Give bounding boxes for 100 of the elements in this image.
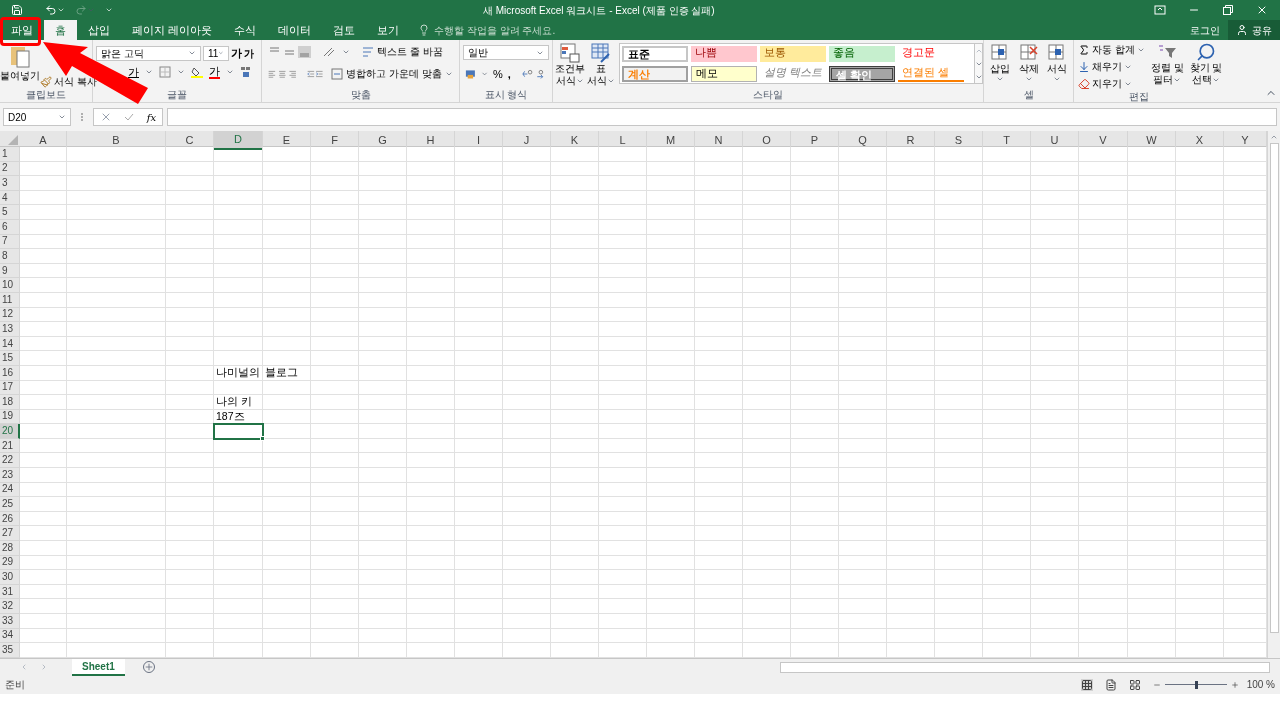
column-header[interactable]: S — [935, 131, 983, 150]
find-select-button[interactable]: 찾기 및 선택 — [1189, 42, 1223, 91]
row-header[interactable]: 28 — [0, 541, 20, 556]
column-header[interactable]: I — [455, 131, 503, 150]
row-header[interactable]: 1 — [0, 147, 20, 162]
grid-cell[interactable]: 블로그 — [263, 365, 311, 381]
next-sheet-icon[interactable] — [40, 663, 48, 672]
column-header[interactable]: L — [599, 131, 647, 150]
row-header[interactable]: 22 — [0, 453, 20, 469]
wrap-text-button[interactable]: 텍스트 줄 바꿈 — [362, 44, 443, 59]
row-header[interactable]: 13 — [0, 322, 20, 337]
clear-button[interactable]: 지우기 — [1078, 76, 1145, 91]
cells-button[interactable]: 삽입 — [990, 43, 1010, 88]
row-header[interactable]: 27 — [0, 526, 20, 542]
cell-style[interactable]: 보통 — [760, 46, 827, 62]
column-header[interactable]: T — [983, 131, 1031, 150]
column-header[interactable]: M — [647, 131, 695, 150]
phonetic-icon[interactable] — [240, 66, 252, 78]
customize-icon[interactable] — [105, 6, 113, 14]
zoom-thumb[interactable] — [1194, 680, 1198, 689]
column-header[interactable]: U — [1031, 131, 1079, 150]
comma-button[interactable]: , — [507, 66, 511, 83]
conditional-format-button[interactable]: 조건부 서식 — [553, 43, 587, 88]
fill-handle[interactable] — [260, 435, 265, 441]
format-painter-button[interactable]: 서식 복사 — [40, 76, 97, 88]
column-header[interactable]: F — [311, 131, 359, 150]
grid-cell[interactable]: 187즈 — [214, 409, 263, 425]
formula-field[interactable] — [167, 108, 1277, 126]
cells-button[interactable]: 삭제 — [1018, 43, 1039, 88]
insert-function-button[interactable]: fx — [146, 109, 157, 125]
sort-filter-button[interactable]: 정렬 및 필터 — [1150, 42, 1184, 91]
page-break-icon[interactable] — [1128, 678, 1141, 691]
border-icon[interactable] — [159, 66, 171, 78]
ribbon-display-icon[interactable] — [1154, 4, 1166, 16]
share-button[interactable]: 공유 — [1228, 20, 1280, 40]
horizontal-scrollbar[interactable] — [780, 661, 1270, 673]
format-table-button[interactable]: 표 서식 — [586, 43, 617, 88]
save-icon[interactable] — [11, 4, 23, 16]
ribbon-tab[interactable]: 보기 — [366, 20, 411, 40]
row-header[interactable]: 5 — [0, 205, 20, 220]
redo-icon[interactable] — [75, 4, 87, 16]
merge-center-button[interactable]: 병합하고 가운데 맞춤 — [331, 66, 453, 81]
column-header[interactable]: G — [359, 131, 407, 150]
ribbon-tab[interactable]: 데이터 — [267, 20, 323, 40]
vertical-align-icon[interactable] — [268, 45, 312, 58]
ribbon-tab[interactable]: 삽입 — [77, 20, 121, 40]
column-header[interactable]: R — [887, 131, 935, 150]
zoom-in-icon[interactable] — [1230, 680, 1239, 689]
ribbon-tab[interactable]: 홈 — [44, 20, 77, 40]
enter-icon[interactable] — [123, 111, 136, 123]
undo-icon[interactable] — [45, 4, 57, 16]
tell-me-field[interactable]: 수행할 작업을 알려 주세요. — [418, 20, 556, 40]
scroll-up-icon[interactable] — [1270, 133, 1278, 141]
row-header[interactable]: 15 — [0, 351, 20, 366]
row-header[interactable]: 23 — [0, 468, 20, 483]
row-header[interactable]: 8 — [0, 249, 20, 264]
column-header[interactable]: D — [214, 131, 263, 150]
zoom-slider[interactable] — [1164, 680, 1227, 689]
column-header[interactable]: X — [1176, 131, 1224, 150]
column-header[interactable]: H — [407, 131, 455, 150]
column-header[interactable]: K — [551, 131, 599, 150]
restore-icon[interactable] — [1222, 4, 1234, 16]
ribbon-tab[interactable]: 페이지 레이아웃 — [121, 20, 224, 40]
column-header[interactable]: P — [791, 131, 839, 150]
row-header[interactable]: 30 — [0, 570, 20, 585]
row-header[interactable]: 20 — [0, 424, 20, 439]
ribbon-tab[interactable]: 파일 — [0, 20, 44, 40]
cell-style[interactable]: 표준 — [622, 46, 689, 62]
cell-style[interactable]: 메모 — [691, 66, 758, 82]
cell-style[interactable]: 좋음 — [829, 46, 896, 62]
column-header[interactable]: J — [503, 131, 551, 150]
login-link[interactable]: 로그인 — [1190, 22, 1220, 38]
column-header[interactable]: Q — [839, 131, 887, 150]
row-header[interactable]: 35 — [0, 643, 20, 658]
percent-button[interactable]: % — [492, 66, 503, 83]
cell-style[interactable]: 나쁨 — [691, 46, 758, 62]
fill-color-icon[interactable] — [191, 66, 203, 78]
sheet-tab[interactable]: Sheet1 — [72, 658, 125, 676]
cells-button[interactable]: 서식 — [1047, 43, 1067, 88]
fill-button[interactable]: 채우기 — [1078, 59, 1145, 74]
column-header[interactable]: V — [1079, 131, 1128, 150]
column-header[interactable]: O — [743, 131, 791, 150]
column-header[interactable]: W — [1128, 131, 1176, 150]
row-header[interactable]: 18 — [0, 395, 20, 410]
name-box[interactable]: D20 — [3, 108, 71, 126]
paste-button[interactable]: 붙여넣기 — [0, 40, 40, 88]
font-name-field[interactable]: 맑은 고딕 — [96, 45, 201, 61]
shrink-font-button[interactable]: 가 — [244, 45, 254, 61]
column-header[interactable]: E — [263, 131, 311, 150]
row-header[interactable]: 32 — [0, 599, 20, 614]
previous-sheet-icon[interactable] — [20, 663, 28, 672]
font-color-button[interactable]: 가 — [209, 65, 220, 79]
ribbon-tab[interactable]: 검토 — [322, 20, 367, 40]
zoom-percent[interactable]: 100 % — [1246, 677, 1275, 693]
font-size-field[interactable]: 11 — [203, 45, 229, 61]
normal-view-icon[interactable] — [1080, 678, 1093, 691]
close-icon[interactable] — [1256, 4, 1268, 16]
page-layout-icon[interactable] — [1104, 678, 1117, 691]
row-header[interactable]: 3 — [0, 176, 20, 191]
ribbon-tab[interactable]: 수식 — [223, 20, 268, 40]
